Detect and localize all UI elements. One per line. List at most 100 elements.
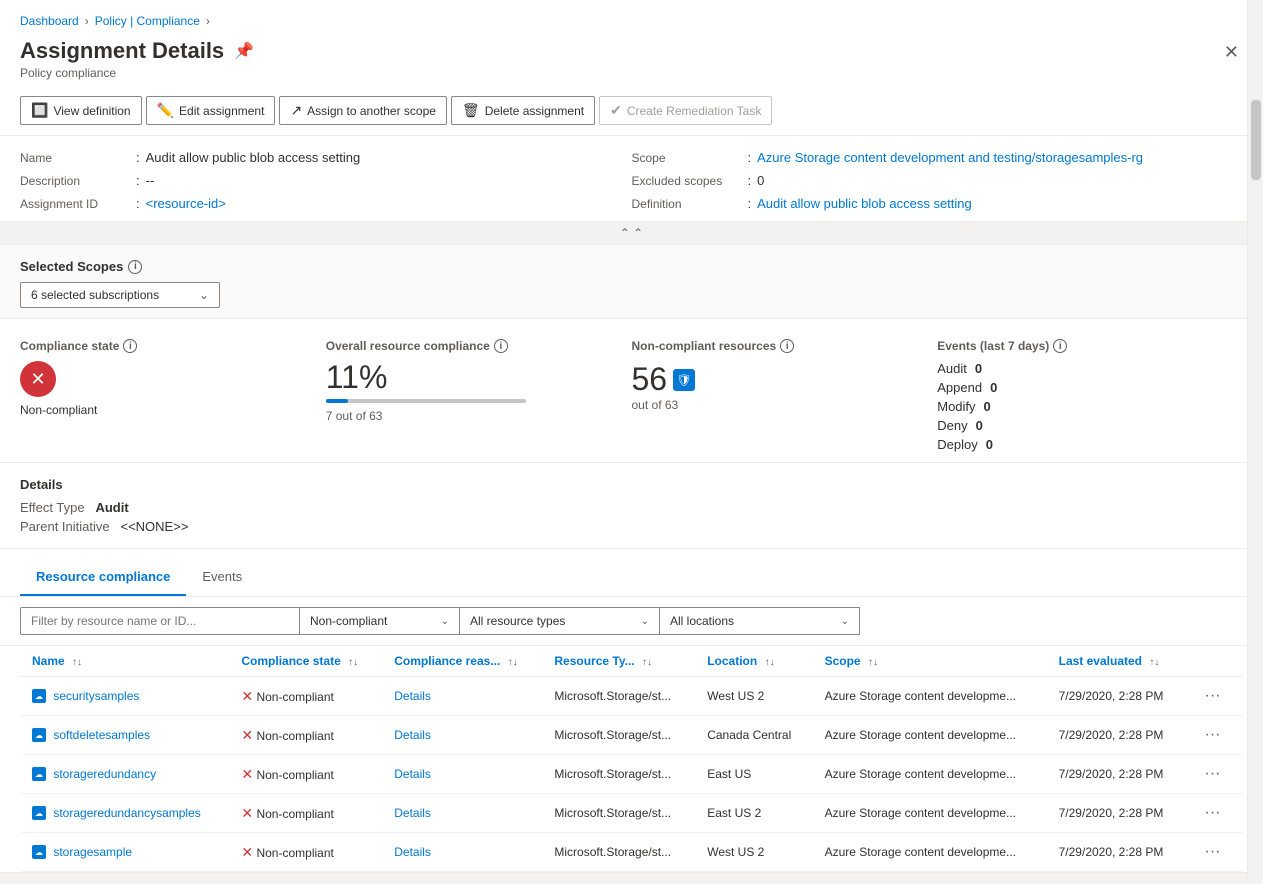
create-remediation-button[interactable]: ✔ Create Remediation Task (599, 96, 772, 125)
view-definition-icon: 🔲 (31, 102, 48, 119)
detail-link-3[interactable]: Details (394, 806, 431, 820)
detail-link-1[interactable]: Details (394, 728, 431, 742)
cell-location-2: East US (695, 755, 812, 794)
sort-icon-name: ↑↓ (72, 657, 82, 668)
breadcrumb-dashboard[interactable]: Dashboard (20, 14, 79, 28)
cell-location-4: West US 2 (695, 833, 812, 872)
cell-reason-3: Details (382, 794, 542, 833)
meta-scope-value[interactable]: Azure Storage content development and te… (757, 150, 1143, 165)
overall-compliance-info-icon[interactable]: i (494, 339, 508, 353)
cell-compliance-4: ✕ Non-compliant (229, 833, 382, 872)
breadcrumb-separator-2: › (206, 14, 210, 28)
cell-scope-0: Azure Storage content developme... (813, 677, 1047, 716)
compliance-state-block: Compliance state i ✕ Non-compliant (20, 339, 326, 452)
cell-resource-type-0: Microsoft.Storage/st... (542, 677, 695, 716)
resource-link-4[interactable]: storagesample (53, 845, 132, 859)
assign-scope-button[interactable]: ↗ Assign to another scope (279, 96, 446, 125)
compliance-state-info-icon[interactable]: i (123, 339, 137, 353)
compliance-state-value: ✕ Non-compliant (20, 361, 296, 417)
error-icon-0: ✕ (241, 688, 253, 704)
events-block: Events (last 7 days) i Audit 0 Append 0 … (937, 339, 1243, 452)
stats-section: Compliance state i ✕ Non-compliant Overa… (0, 319, 1263, 463)
more-options-button-1[interactable]: ··· (1198, 724, 1226, 746)
meta-excluded-scopes-row: Excluded scopes : 0 (632, 173, 1244, 188)
resource-table: Name ↑↓ Compliance state ↑↓ Compliance r… (20, 646, 1243, 872)
parent-initiative-label: Parent Initiative (20, 519, 110, 534)
scopes-dropdown[interactable]: 6 selected subscriptions ⌄ (20, 282, 220, 308)
shield-icon: 🛡 (673, 369, 695, 391)
cell-scope-3: Azure Storage content developme... (813, 794, 1047, 833)
sort-icon-scope: ↑↓ (868, 657, 878, 668)
toolbar: 🔲 View definition ✏️ Edit assignment ↗ A… (0, 90, 1263, 136)
tab-resource-compliance[interactable]: Resource compliance (20, 559, 186, 596)
noncompliant-label: Non-compliant resources i (632, 339, 908, 353)
table-row: ☁ storageredundancysamples ✕ Non-complia… (20, 794, 1243, 833)
metadata-section: Name : Audit allow public blob access se… (0, 136, 1263, 222)
resource-type-filter-dropdown[interactable]: All resource types ⌄ (460, 607, 660, 635)
table-row: ☁ storagesample ✕ Non-compliant Details … (20, 833, 1243, 872)
col-header-compliance-state[interactable]: Compliance state ↑↓ (229, 646, 382, 677)
cell-last-evaluated-4: 7/29/2020, 2:28 PM (1047, 833, 1187, 872)
resource-type-filter-arrow: ⌄ (641, 616, 649, 627)
events-info-icon[interactable]: i (1053, 339, 1067, 353)
detail-link-0[interactable]: Details (394, 689, 431, 703)
cell-name-0: ☁ securitysamples (20, 677, 229, 716)
table-row: ☁ securitysamples ✕ Non-compliant Detail… (20, 677, 1243, 716)
col-header-compliance-reason[interactable]: Compliance reas... ↑↓ (382, 646, 542, 677)
edit-assignment-button[interactable]: ✏️ Edit assignment (146, 96, 276, 125)
scopes-info-icon[interactable]: i (128, 260, 142, 274)
more-options-button-3[interactable]: ··· (1198, 802, 1226, 824)
pin-icon[interactable]: 📌 (234, 41, 254, 61)
noncompliant-block: Non-compliant resources i 56 🛡 out of 63 (632, 339, 938, 452)
resource-link-0[interactable]: securitysamples (53, 689, 139, 703)
detail-link-2[interactable]: Details (394, 767, 431, 781)
event-deny: Deny 0 (937, 418, 1213, 433)
breadcrumb-separator-1: › (85, 14, 89, 28)
meta-definition-value[interactable]: Audit allow public blob access setting (757, 196, 972, 211)
view-definition-button[interactable]: 🔲 View definition (20, 96, 142, 125)
compliance-filter-dropdown[interactable]: Non-compliant ⌄ (300, 607, 460, 635)
delete-assignment-button[interactable]: 🗑 Delete assignment (451, 96, 595, 125)
col-header-resource-type[interactable]: Resource Ty... ↑↓ (542, 646, 695, 677)
overall-compliance-detail: 7 out of 63 (326, 409, 602, 423)
cell-last-evaluated-0: 7/29/2020, 2:28 PM (1047, 677, 1187, 716)
tab-events[interactable]: Events (186, 559, 258, 596)
meta-assignment-id-value[interactable]: <resource-id> (146, 196, 226, 211)
error-icon-4: ✕ (241, 844, 253, 860)
location-filter-dropdown[interactable]: All locations ⌄ (660, 607, 860, 635)
resource-filter-input[interactable] (20, 607, 300, 635)
resource-link-3[interactable]: storageredundancysamples (53, 806, 200, 820)
close-button[interactable]: ✕ (1220, 38, 1243, 67)
col-header-scope[interactable]: Scope ↑↓ (813, 646, 1047, 677)
meta-excluded-scopes-label: Excluded scopes (632, 174, 742, 188)
resource-link-1[interactable]: softdeletesamples (53, 728, 150, 742)
meta-description-row: Description : -- (20, 173, 632, 188)
cell-resource-type-2: Microsoft.Storage/st... (542, 755, 695, 794)
noncompliant-info-icon[interactable]: i (780, 339, 794, 353)
location-filter-arrow: ⌄ (841, 616, 849, 627)
meta-definition-row: Definition : Audit allow public blob acc… (632, 196, 1244, 211)
assign-scope-icon: ↗ (290, 102, 302, 119)
resource-type-filter-value: All resource types (470, 614, 565, 628)
more-options-button-2[interactable]: ··· (1198, 763, 1226, 785)
cell-location-3: East US 2 (695, 794, 812, 833)
col-header-name[interactable]: Name ↑↓ (20, 646, 229, 677)
scopes-dropdown-value: 6 selected subscriptions (31, 288, 159, 302)
sort-icon-resource-type: ↑↓ (642, 657, 652, 668)
breadcrumb-policy-compliance[interactable]: Policy | Compliance (95, 14, 200, 28)
col-header-location[interactable]: Location ↑↓ (695, 646, 812, 677)
detail-link-4[interactable]: Details (394, 845, 431, 859)
meta-scope-label: Scope (632, 151, 742, 165)
horizontal-scrollbar[interactable] (0, 872, 1263, 884)
collapse-bar[interactable]: ⌃ ⌃ (0, 222, 1263, 245)
col-header-last-evaluated[interactable]: Last evaluated ↑↓ (1047, 646, 1187, 677)
cell-name-3: ☁ storageredundancysamples (20, 794, 229, 833)
compliance-progress-fill (326, 399, 348, 403)
cell-compliance-2: ✕ Non-compliant (229, 755, 382, 794)
more-options-button-0[interactable]: ··· (1198, 685, 1226, 707)
storage-icon-3: ☁ (32, 806, 46, 820)
cell-compliance-3: ✕ Non-compliant (229, 794, 382, 833)
event-audit: Audit 0 (937, 361, 1213, 376)
more-options-button-4[interactable]: ··· (1198, 841, 1226, 863)
resource-link-2[interactable]: storageredundancy (53, 767, 156, 781)
